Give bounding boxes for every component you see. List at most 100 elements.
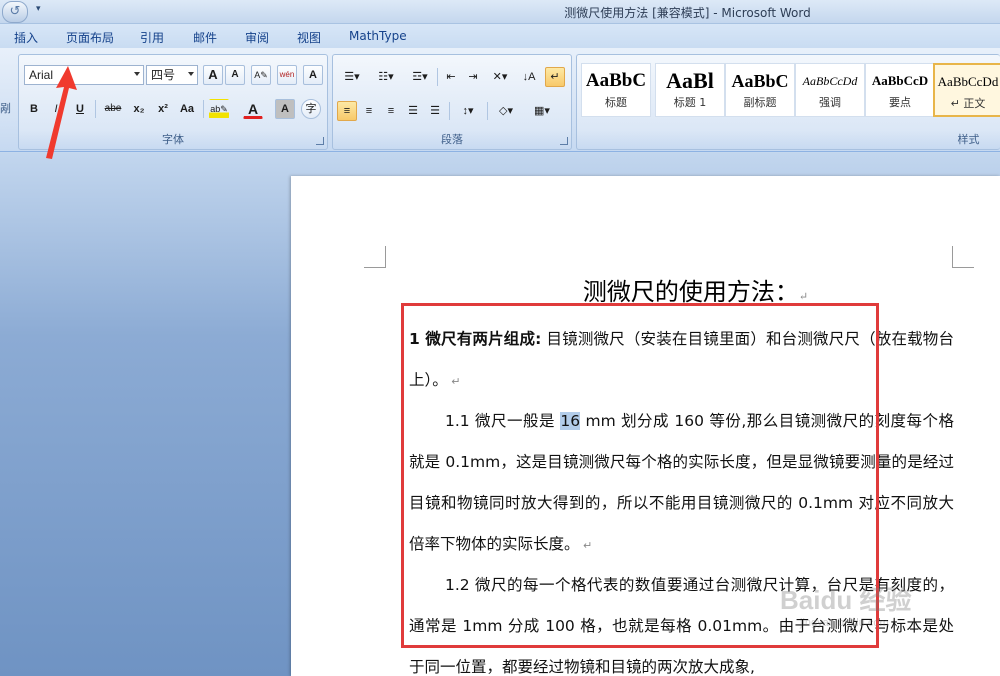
- ribbon: 剐 Arial 四号 A A A✎ wén A B I U abe x₂ x² …: [0, 48, 1000, 152]
- align-right-button[interactable]: ≡: [381, 101, 401, 121]
- increase-indent-icon: ⇥: [468, 71, 478, 83]
- paint-bucket-icon: ◇▾: [499, 105, 513, 117]
- grow-font-button[interactable]: A: [203, 65, 223, 85]
- tab-page-layout[interactable]: 页面布局: [66, 29, 114, 46]
- tab-mathtype[interactable]: MathType: [349, 29, 407, 43]
- char-border-icon: A: [309, 69, 317, 81]
- font-size-value: 四号: [151, 68, 176, 82]
- paragraph-mark-icon: ↵: [798, 290, 809, 303]
- highlight-button[interactable]: ab✎: [209, 99, 229, 119]
- numbered-list-icon: ☷▾: [378, 71, 394, 83]
- asian-layout-icon: ✕▾: [492, 71, 508, 83]
- tab-insert[interactable]: 插入: [14, 29, 38, 46]
- style-name: ↵ 正文: [950, 97, 986, 110]
- decrease-indent-icon: ⇤: [446, 71, 456, 83]
- style-title[interactable]: AaBbC 标题: [581, 63, 651, 117]
- separator: [449, 102, 450, 120]
- multilevel-list-button[interactable]: ☲▾: [405, 67, 435, 87]
- tab-references[interactable]: 引用: [140, 29, 164, 46]
- phonetic-guide-button[interactable]: wén: [277, 65, 297, 85]
- change-case-button[interactable]: Aa: [177, 99, 197, 119]
- strikethrough-icon: abe: [104, 103, 122, 114]
- align-left-button[interactable]: ≡: [337, 101, 357, 121]
- enclose-char-icon: 字: [305, 103, 317, 115]
- dialog-launcher-icon[interactable]: [560, 137, 568, 145]
- line-spacing-icon: ↕▾: [462, 105, 474, 117]
- justify-button[interactable]: ☰: [403, 101, 423, 121]
- grow-font-icon: A: [208, 67, 218, 82]
- char-shading-icon: A: [281, 103, 289, 115]
- paragraph-mark-icon: ↵: [550, 71, 560, 83]
- dialog-launcher-icon[interactable]: [316, 137, 324, 145]
- style-name: 标题 1: [673, 96, 707, 109]
- watermark: Baidu 经验 jingyan.baidu.com: [780, 580, 911, 629]
- style-emphasis[interactable]: AaBbCcDd 强调: [795, 63, 865, 117]
- style-name: 标题: [605, 96, 627, 109]
- strikethrough-button[interactable]: abe: [103, 99, 123, 119]
- font-color-icon: A: [247, 101, 259, 117]
- separator: [95, 100, 96, 118]
- document-title-text: 测微尺的使用方法：: [582, 278, 799, 306]
- highlighter-icon: ab✎: [210, 104, 228, 114]
- paragraph-group: ☰▾ ☷▾ ☲▾ ⇤ ⇥ ✕▾ ↓A ↵ ≡ ≡ ≡ ☰ ☰ ↕▾ ◇▾ ▦▾ …: [332, 54, 572, 150]
- char-border-button[interactable]: A: [303, 65, 323, 85]
- page-corner-mark: [952, 246, 974, 268]
- watermark-main: Baidu 经验: [780, 585, 912, 615]
- style-strong[interactable]: AaBbCcD 要点: [865, 63, 935, 117]
- style-sample: AaBbCcD: [871, 73, 929, 88]
- asian-layout-button[interactable]: ✕▾: [485, 67, 515, 87]
- clipboard-group-edge: 剐: [0, 102, 11, 115]
- style-sample: AaBbCcDd: [802, 74, 858, 88]
- borders-button[interactable]: ▦▾: [527, 101, 557, 121]
- justify-icon: ☰: [408, 105, 418, 117]
- style-sample: AaBbCcDd: [937, 74, 999, 89]
- bullets-button[interactable]: ☰▾: [337, 67, 367, 87]
- sort-button[interactable]: ↓A: [519, 67, 539, 87]
- tab-view[interactable]: 视图: [297, 29, 321, 46]
- change-case-icon: Aa: [179, 103, 195, 115]
- style-name: 强调: [819, 96, 841, 109]
- numbering-button[interactable]: ☷▾: [371, 67, 401, 87]
- sort-icon: ↓A: [522, 71, 536, 83]
- subscript-button[interactable]: x₂: [129, 99, 149, 119]
- subscript-icon: x₂: [133, 103, 145, 115]
- title-bar: ↺ ▾ 测微尺使用方法 [兼容模式] - Microsoft Word: [0, 0, 1000, 24]
- annotation-arrow-icon: [46, 66, 77, 159]
- shrink-font-icon: A: [231, 69, 239, 80]
- superscript-button[interactable]: x²: [153, 99, 173, 119]
- shrink-font-button[interactable]: A: [225, 65, 245, 85]
- align-right-icon: ≡: [387, 105, 395, 117]
- clear-format-button[interactable]: A✎: [251, 65, 271, 85]
- chevron-down-icon[interactable]: [188, 72, 194, 76]
- tab-review[interactable]: 审阅: [245, 29, 269, 46]
- distribute-button[interactable]: ☰: [425, 101, 445, 121]
- font-size-combo[interactable]: 四号: [146, 65, 198, 85]
- tab-mailings[interactable]: 邮件: [193, 29, 217, 46]
- enclose-char-button[interactable]: 字: [301, 99, 321, 119]
- page-corner-mark: [364, 246, 386, 268]
- align-center-button[interactable]: ≡: [359, 101, 379, 121]
- font-color-button[interactable]: A: [243, 99, 263, 119]
- style-subtitle[interactable]: AaBbC 副标题: [725, 63, 795, 117]
- char-shading-button[interactable]: A: [275, 99, 295, 119]
- superscript-icon: x²: [158, 103, 168, 115]
- style-name: 副标题: [743, 96, 777, 109]
- line-spacing-button[interactable]: ↕▾: [453, 101, 483, 121]
- shading-button[interactable]: ◇▾: [491, 101, 521, 121]
- document-title[interactable]: 测微尺的使用方法：↵: [291, 272, 1000, 307]
- show-marks-button[interactable]: ↵: [545, 67, 565, 87]
- increase-indent-button[interactable]: ⇥: [463, 67, 483, 87]
- watermark-sub: jingyan.baidu.com: [800, 617, 889, 629]
- separator: [203, 100, 204, 118]
- style-sample: AaBbC: [585, 70, 647, 91]
- clear-format-icon: A✎: [254, 70, 268, 80]
- styles-group: AaBbC 标题 AaBl 标题 1 AaBbC 副标题 AaBbCcDd 强调…: [576, 54, 1000, 150]
- decrease-indent-button[interactable]: ⇤: [441, 67, 461, 87]
- chevron-down-icon[interactable]: [134, 72, 140, 76]
- style-normal[interactable]: AaBbCcDd ↵ 正文: [933, 63, 1000, 117]
- paragraph-group-label: 段落: [441, 133, 463, 146]
- distribute-icon: ☰: [430, 105, 440, 117]
- style-name: 要点: [889, 96, 911, 109]
- style-heading-1[interactable]: AaBl 标题 1: [655, 63, 725, 117]
- ribbon-tabs: 插入 页面布局 引用 邮件 审阅 视图 MathType: [0, 24, 1000, 48]
